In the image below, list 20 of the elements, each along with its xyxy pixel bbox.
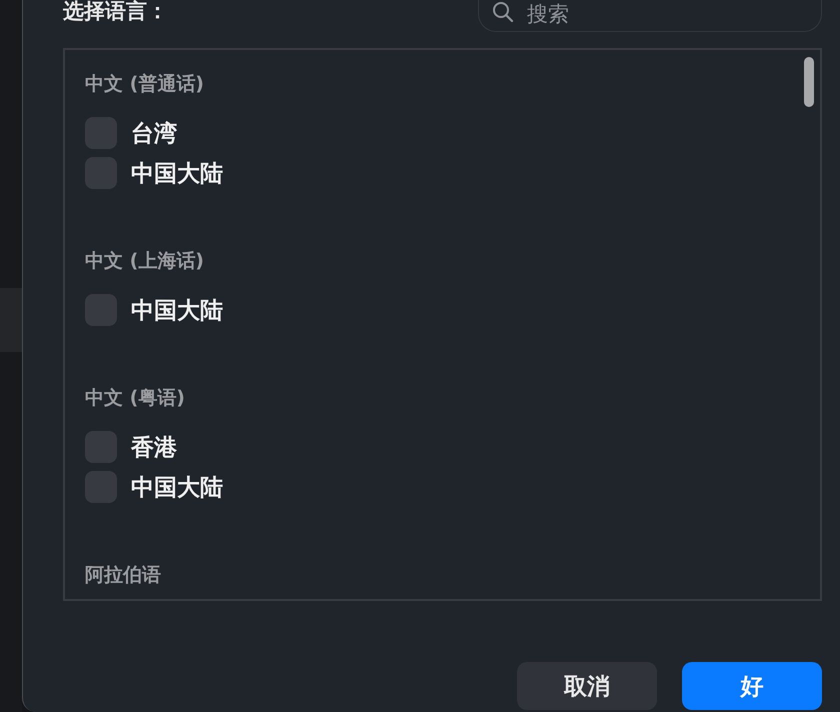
checkbox[interactable]	[85, 117, 117, 149]
group-header: 中文 (普通话)	[85, 72, 205, 96]
dialog-title: 选择语言：	[63, 0, 168, 22]
scrollbar-thumb[interactable]	[804, 57, 814, 107]
language-label[interactable]: 中国大陆	[131, 294, 223, 326]
group-header: 阿拉伯语	[85, 563, 162, 587]
language-label[interactable]: 中国大陆	[131, 472, 223, 502]
checkbox[interactable]	[85, 294, 117, 326]
search-field[interactable]: 搜索	[478, 0, 822, 32]
language-label[interactable]: 中国大陆	[131, 158, 223, 188]
search-icon	[492, 1, 514, 23]
group-header: 中文 (上海话)	[85, 249, 205, 273]
ok-button[interactable]: 好	[682, 662, 822, 710]
group-header: 中文 (粤语)	[85, 386, 186, 410]
checkbox[interactable]	[85, 157, 117, 189]
checkbox[interactable]	[85, 471, 117, 503]
cancel-button[interactable]: 取消	[517, 662, 657, 710]
language-label[interactable]: 台湾	[131, 118, 177, 148]
checkbox[interactable]	[85, 431, 117, 463]
language-label[interactable]: 香港	[131, 432, 177, 462]
